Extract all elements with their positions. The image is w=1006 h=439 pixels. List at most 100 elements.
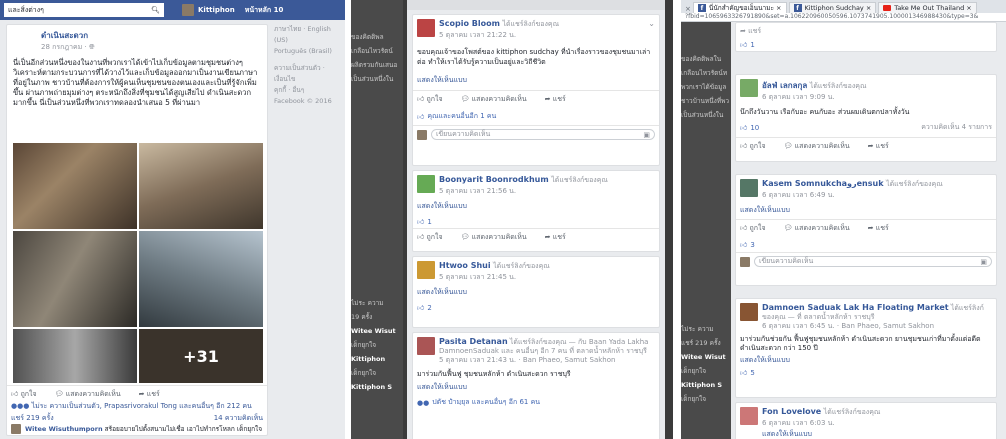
comment-button[interactable]: 💬︎ แสดงความคิดเห็น bbox=[784, 141, 850, 152]
comments-count[interactable]: ความคิดเห็น 4 รายการ bbox=[921, 122, 992, 133]
see-translation-link[interactable]: แสดงให้เห็นแบบ bbox=[762, 429, 880, 439]
right-column-footer: ภาษาไทย · English (US) Português (Brasil… bbox=[274, 24, 342, 107]
likes-summary[interactable]: 👍︎ 1 bbox=[736, 40, 996, 50]
share-date[interactable]: 6 ตุลาคม เวลา 6:45 น. · Ban Phaeo, Samut… bbox=[762, 322, 992, 331]
like-button[interactable]: 👍︎ ถูกใจ bbox=[11, 389, 37, 400]
camera-icon[interactable]: ▣ bbox=[643, 131, 650, 139]
footer-line-1[interactable]: ภาษาไทย · English (US) bbox=[274, 24, 342, 46]
likes-summary[interactable]: 👍︎ 5 bbox=[736, 368, 996, 378]
sharer-name[interactable]: Scopio Bloom bbox=[439, 19, 500, 28]
likes-summary[interactable]: 👍︎ 10 bbox=[740, 122, 759, 133]
likes-summary[interactable]: 👍︎ 1 bbox=[413, 215, 659, 228]
share-date[interactable]: 6 ตุลาคม เวลา 6:49 น. bbox=[762, 190, 943, 201]
globe-icon: 🌐︎ bbox=[88, 43, 95, 51]
sharer-name[interactable]: Damnoen Saduak Lak Ha Floating Market bbox=[762, 303, 949, 312]
sharer-name[interactable]: Kasem Somnukchaروensuk bbox=[762, 179, 884, 188]
browser-tab[interactable]: f นี่นักสำคัญขอเอ็นนามะ × bbox=[692, 2, 787, 13]
share-date[interactable]: 5 ตุลาคม เวลา 21:43 น. · Ban Phaeo, Samu… bbox=[439, 356, 655, 365]
share-item: อัลฟ่ เลกลกุล ได้แชร์ลิงก์ของคุณ 6 ตุลาคม… bbox=[735, 74, 997, 162]
share-subtitle: ได้แชร์ลิงก์ของคุณ bbox=[551, 176, 608, 184]
likes-summary[interactable]: 👍︎ 2 bbox=[413, 301, 659, 314]
like-button[interactable]: 👍︎ ถูกใจ bbox=[417, 94, 443, 105]
see-translation-link[interactable]: แสดงให้เห็นแบบ bbox=[413, 287, 659, 301]
avatar[interactable] bbox=[740, 179, 758, 197]
photo-3[interactable] bbox=[13, 231, 137, 327]
see-translation-link[interactable]: แสดงให้เห็นแบบ bbox=[413, 75, 659, 90]
post-date[interactable]: 28 กรกฎาคม · 🌐︎ bbox=[41, 42, 261, 53]
avatar[interactable] bbox=[740, 79, 758, 97]
peek-text: Kittiphon S bbox=[351, 383, 393, 391]
see-translation-link[interactable]: แสดงให้เห็นแบบ bbox=[413, 201, 659, 215]
avatar[interactable] bbox=[417, 337, 435, 355]
sharer-name[interactable]: อัลฟ่ เลกลกุล bbox=[762, 81, 807, 90]
sharer-name[interactable]: Pasita Detanan bbox=[439, 337, 508, 346]
like-button[interactable]: 👍︎ ถูกใจ bbox=[740, 141, 766, 152]
my-avatar bbox=[417, 129, 427, 140]
chevron-down-icon[interactable]: ⌄ bbox=[648, 19, 655, 41]
likes-summary[interactable]: 👍︎ 3 bbox=[736, 237, 996, 252]
likes-summary[interactable]: 👍︎ คุณและคนอื่นอีก 1 คน bbox=[413, 108, 659, 125]
photo-2[interactable] bbox=[139, 143, 263, 229]
sharer-name[interactable]: Htwoo Shui bbox=[439, 261, 491, 270]
search-icon[interactable]: 🔍︎ bbox=[151, 6, 160, 14]
browser-tab[interactable]: f Kittiphon Sudchay × bbox=[788, 2, 877, 13]
like-button[interactable]: 👍︎ ถูกใจ bbox=[417, 232, 443, 243]
comment-input[interactable]: เขียนความคิดเห็น ▣ bbox=[431, 129, 655, 140]
share-date[interactable]: 5 ตุลาคม เวลา 21:56 น. bbox=[439, 186, 608, 197]
share-button[interactable]: ➦ แชร์ bbox=[545, 94, 566, 105]
see-translation-link[interactable]: แสดงให้เห็นแบบ bbox=[413, 380, 659, 395]
footer-line-4[interactable]: คุกกี้ · อื่นๆ bbox=[274, 85, 342, 96]
comment-button[interactable]: 💬︎ แสดงความคิดเห็น bbox=[784, 223, 850, 234]
commenter-avatar[interactable] bbox=[11, 424, 21, 434]
comment-button[interactable]: 💬︎ แสดงความคิดเห็น bbox=[461, 232, 527, 243]
search-input[interactable]: และสิ่งต่างๆ 🔍︎ bbox=[4, 3, 164, 17]
share-button[interactable]: ➦ แชร์ bbox=[139, 389, 160, 400]
peek-text: พวกเราได้ข้อมูล bbox=[681, 83, 727, 91]
share-date[interactable]: 6 ตุลาคม เวลา 9:09 น. bbox=[762, 92, 866, 103]
avatar bbox=[182, 4, 194, 16]
share-date[interactable]: 6 ตุลาคม เวลา 6:03 น. bbox=[762, 418, 880, 429]
photo-more-tile[interactable]: +31 bbox=[139, 329, 263, 383]
peek-text: เกลือนไหวรัตน์ท bbox=[681, 69, 728, 77]
comment-composer: เขียนความคิดเห็น ▣ bbox=[736, 252, 996, 270]
footer-line-3[interactable]: ความเป็นส่วนตัว · เงื่อนไข bbox=[274, 63, 342, 85]
see-translation-link[interactable]: แสดงให้เห็นแบบ bbox=[736, 205, 996, 219]
share-button[interactable]: ➦ แชร์ bbox=[868, 223, 889, 234]
avatar[interactable] bbox=[417, 261, 435, 279]
see-translation-link[interactable]: แสดงให้เห็นแบบ bbox=[736, 353, 996, 368]
comments-count[interactable]: 14 ความคิดเห็น bbox=[214, 413, 263, 424]
browser-tab[interactable]: Take Me Out Thailand × bbox=[878, 2, 977, 13]
share-subtitle: ได้แชร์ลิงก์ของคุณ bbox=[886, 180, 943, 188]
share-button[interactable]: ➦ แชร์ bbox=[868, 141, 889, 152]
share-button[interactable]: ➦ แชร์ bbox=[545, 232, 566, 243]
peek-text: Kittiphon S bbox=[681, 381, 723, 389]
reactions-summary[interactable]: ●●● ไม่ระ ความเป็นส่วนตัว, Prapasrivorak… bbox=[11, 401, 263, 412]
sharer-name[interactable]: Boonyarit Boonrodkhum bbox=[439, 175, 549, 184]
sharer-name[interactable]: Fon Lovelove bbox=[762, 407, 821, 416]
like-button[interactable]: 👍︎ ถูกใจ bbox=[740, 223, 766, 234]
photo-1[interactable] bbox=[13, 143, 137, 229]
comment-input[interactable]: เขียนความคิดเห็น ▣ bbox=[754, 256, 992, 267]
share-button[interactable]: ➦ แชร์ bbox=[736, 23, 996, 40]
tab-close-icon[interactable]: × bbox=[685, 5, 691, 13]
home-link[interactable]: หน้าหลัก 10 bbox=[245, 5, 284, 16]
likes-summary[interactable]: ●● ปตัช ปำมฺยุล และคนอื่นๆ อีก 61 คน bbox=[413, 395, 659, 410]
photo-4[interactable] bbox=[139, 231, 263, 327]
avatar[interactable] bbox=[417, 175, 435, 193]
avatar[interactable] bbox=[417, 19, 435, 37]
commenter-name[interactable]: Witee Wisuthumporn bbox=[25, 425, 103, 433]
page-name[interactable]: ดำเนินสะดวก bbox=[41, 29, 261, 42]
avatar[interactable] bbox=[740, 407, 758, 425]
footer-line-2[interactable]: Português (Brasil) bbox=[274, 46, 342, 57]
avatar[interactable] bbox=[740, 303, 758, 321]
comment-button[interactable]: 💬︎ แสดงความคิดเห็น bbox=[461, 94, 527, 105]
share-date[interactable]: 5 ตุลาคม เวลา 21:22 น. bbox=[439, 30, 559, 41]
camera-icon[interactable]: ▣ bbox=[980, 258, 987, 266]
photo-5[interactable] bbox=[13, 329, 137, 383]
comment-button[interactable]: 💬︎ แสดงความคิดเห็น bbox=[55, 389, 121, 400]
share-date[interactable]: 5 ตุลาคม เวลา 21:45 น. bbox=[439, 272, 550, 283]
shares-count[interactable]: แชร์ 219 ครั้ง bbox=[11, 413, 54, 424]
address-bar[interactable]: ?fbid=1065963326791890&set=a.10622096005… bbox=[681, 13, 1006, 22]
peek-text: ไม่ระ ความ bbox=[681, 325, 714, 333]
profile-link[interactable]: Kittiphon bbox=[182, 4, 235, 16]
